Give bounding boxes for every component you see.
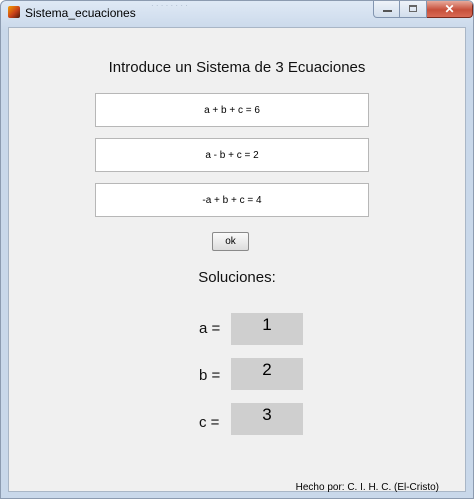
solution-a-label: a = [199, 320, 221, 337]
author-credit: Hecho por: C. I. H. C. (El-Cristo) [295, 482, 439, 493]
background-window-ghost-text: · · · · · · · · [151, 1, 188, 10]
matlab-icon [8, 6, 20, 18]
window-title: Sistema_ecuaciones [25, 6, 136, 20]
equation-1-input[interactable] [95, 93, 369, 127]
maximize-button[interactable] [400, 1, 427, 18]
solution-a-value: 1 [231, 313, 303, 345]
solution-c-label: c = [199, 414, 220, 431]
ok-button[interactable]: ok [212, 232, 249, 251]
minimize-button[interactable] [373, 1, 400, 18]
equation-2-input[interactable] [95, 138, 369, 172]
close-icon: ✕ [444, 2, 455, 16]
solution-b-value: 2 [231, 358, 303, 390]
form-heading: Introduce un Sistema de 3 Ecuaciones [108, 59, 366, 76]
solution-c-value: 3 [231, 403, 303, 435]
figure-content: Introduce un Sistema de 3 Ecuaciones ok … [8, 27, 466, 493]
app-window: Sistema_ecuaciones · · · · · · · · ✕ Int… [0, 0, 474, 499]
solutions-heading: Soluciones: [198, 269, 276, 286]
equation-3-input[interactable] [95, 183, 369, 217]
maximize-icon [409, 5, 417, 12]
minimize-icon [383, 10, 392, 12]
solution-b-label: b = [199, 367, 221, 384]
window-controls: ✕ [373, 1, 473, 19]
title-bar[interactable]: Sistema_ecuaciones · · · · · · · · ✕ [1, 1, 473, 27]
close-button[interactable]: ✕ [427, 1, 473, 18]
